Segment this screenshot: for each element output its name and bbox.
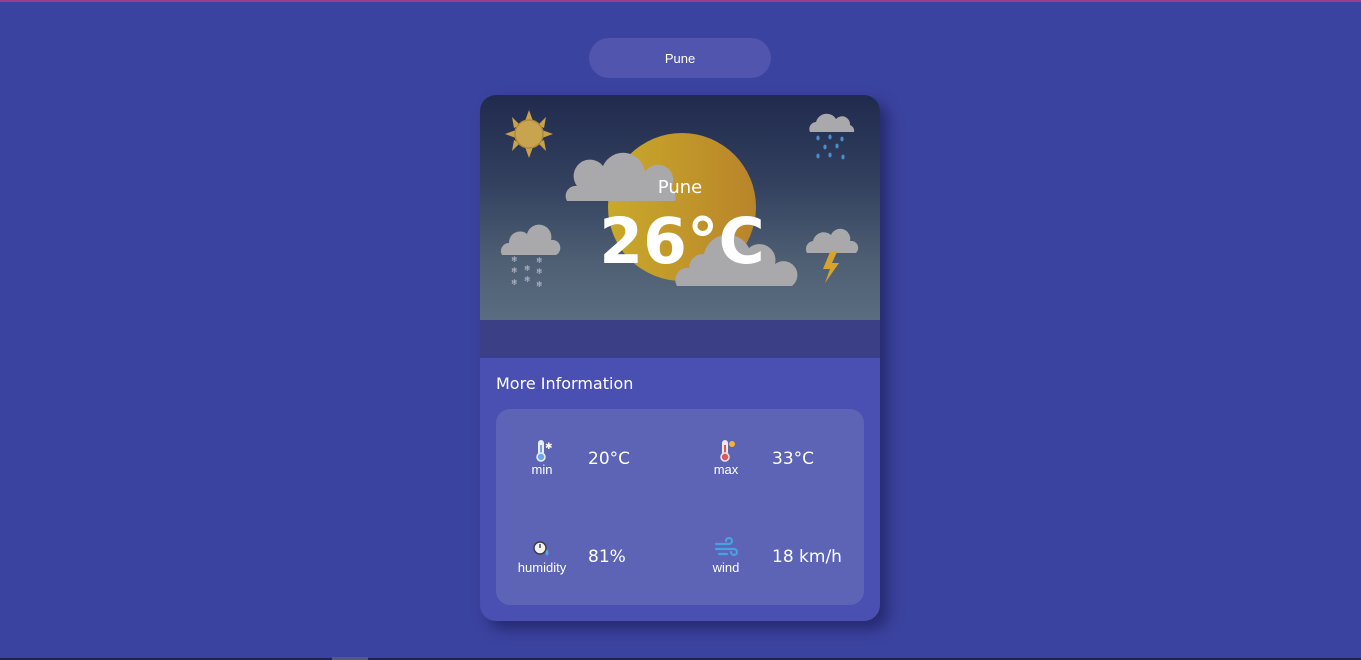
wind-icon [714,536,739,557]
svg-text:❄: ❄ [536,280,543,289]
rain-cloud-icon [809,113,855,160]
more-info-panel: ✱ min 20°C max 33°C humidity 81% wind 18… [496,409,864,605]
thermometer-hot-icon [720,440,735,462]
metric-wind-value: 18 km/h [772,547,842,567]
top-border [0,0,1361,2]
metric-humidity-value: 81% [588,547,626,567]
small-sun-icon [505,110,553,158]
metric-min-label: min [531,462,553,477]
metric-max: max [696,438,756,477]
humidity-gauge-icon [533,541,549,556]
city-search-input[interactable] [589,38,771,78]
current-temperature: 26°C [599,205,765,278]
metric-wind: wind [696,536,756,575]
thermometer-cold-icon: ✱ [536,440,553,462]
metric-min: ✱ min [512,438,572,477]
metric-max-label: max [713,462,739,477]
metric-wind-label: wind [712,560,740,575]
weather-card: ❄ ❄ ❄ ❄ ❄ ❄ ❄ ❄ Pune 26°C More Informati… [480,95,880,621]
metric-humidity: humidity [512,538,572,575]
svg-text:✱: ✱ [545,442,553,452]
svg-text:❄: ❄ [511,278,518,287]
weather-hero: ❄ ❄ ❄ ❄ ❄ ❄ ❄ ❄ Pune 26°C [480,95,880,320]
city-name: Pune [657,177,703,198]
metric-max-value: 33°C [772,449,815,469]
metric-min-value: 20°C [588,449,631,469]
hero-footer-band [480,320,880,358]
more-info-heading: More Information [496,374,634,393]
metric-humidity-label: humidity [517,560,567,575]
